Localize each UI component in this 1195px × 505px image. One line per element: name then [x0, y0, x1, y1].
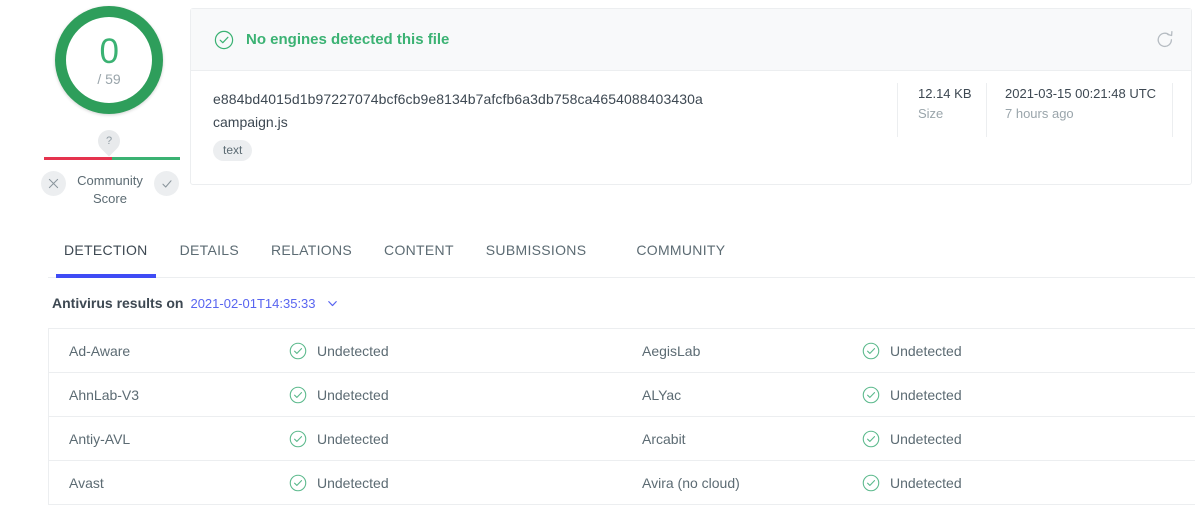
check-circle-icon [289, 342, 307, 359]
close-icon [48, 178, 59, 189]
table-cell: AhnLab-V3 Undetected [48, 373, 622, 416]
file-summary-card: No engines detected this file e884bd4015… [190, 8, 1192, 185]
results-date-dropdown-button[interactable] [326, 297, 339, 310]
antivirus-results-date[interactable]: 2021-02-01T14:35:33 [190, 296, 315, 311]
tab-submissions-label: SUBMISSIONS [485, 241, 587, 258]
antivirus-results-header: Antivirus results on 2021-02-01T14:35:33 [52, 295, 339, 311]
detection-score-panel: 0 / 59 ? Community Score [0, 0, 180, 210]
file-size-block: 12.14 KB Size [918, 84, 972, 124]
table-cell: Avast Undetected [48, 461, 622, 504]
check-circle-icon [289, 430, 307, 447]
engine-name: Ad-Aware [69, 342, 131, 359]
detection-ratio-donut-inner: 0 / 59 [66, 17, 152, 103]
verdict-banner: No engines detected this file [191, 9, 1191, 71]
tab-relations-label: RELATIONS [271, 241, 353, 258]
check-icon [161, 179, 172, 188]
tab-relations[interactable]: RELATIONS [255, 222, 368, 278]
check-circle-icon [862, 386, 880, 403]
engine-result-label: Undetected [317, 386, 389, 403]
community-score-downvote-button[interactable] [41, 171, 66, 196]
community-score-bar-positive [112, 157, 180, 160]
check-circle-icon [862, 342, 880, 359]
last-analysis-relative: 7 hours ago [1005, 106, 1074, 121]
engine-result: Undetected [289, 430, 389, 448]
engine-result-label: Undetected [317, 430, 389, 447]
community-score-row: Community Score [40, 165, 180, 208]
detection-count: 0 [99, 31, 119, 71]
tab-details[interactable]: DETAILS [164, 222, 255, 278]
chevron-down-icon [327, 300, 337, 306]
engine-name: AegisLab [642, 342, 701, 359]
engine-result-label: Undetected [890, 386, 962, 403]
community-score-bar-negative [44, 157, 112, 160]
detection-ratio-donut: 0 / 59 [55, 6, 163, 114]
tab-details-label: DETAILS [179, 241, 240, 258]
table-row: AhnLab-V3 Undetected ALYac Undetected [48, 373, 1195, 417]
tab-detection-label: DETECTION [64, 241, 148, 258]
table-cell: AegisLab Undetected [622, 329, 1195, 372]
engine-result: Undetected [862, 386, 962, 404]
table-cell: Antiy-AVL Undetected [48, 417, 622, 460]
last-analysis-block: 2021-03-15 00:21:48 UTC 7 hours ago [1005, 84, 1156, 124]
antivirus-results-table: Ad-Aware Undetected AegisLab Undetected [48, 328, 1195, 505]
engine-result: Undetected [862, 430, 962, 448]
engine-name: Antiy-AVL [69, 430, 131, 447]
engine-result-label: Undetected [317, 474, 389, 491]
tab-detection[interactable]: DETECTION [48, 222, 164, 278]
community-score-bar [44, 157, 180, 160]
engine-name: ALYac [642, 386, 682, 403]
engine-result: Undetected [289, 386, 389, 404]
community-score-pin: ? [93, 125, 125, 157]
engine-name: AhnLab-V3 [69, 386, 140, 403]
tab-content-label: CONTENT [384, 241, 454, 258]
table-cell: Arcabit Undetected [622, 417, 1195, 460]
meta-divider [1172, 83, 1173, 137]
table-cell: Avira (no cloud) Undetected [622, 461, 1195, 504]
table-row: Avast Undetected Avira (no cloud) Undete… [48, 461, 1195, 505]
table-cell: Ad-Aware Undetected [48, 329, 622, 372]
engine-total: / 59 [97, 70, 121, 87]
file-report-tabs: DETECTION DETAILS RELATIONS CONTENT SUBM… [48, 222, 1195, 278]
check-circle-icon [862, 430, 880, 447]
table-cell: ALYac Undetected [622, 373, 1195, 416]
table-row: Ad-Aware Undetected AegisLab Undetected [48, 329, 1195, 373]
engine-result: Undetected [289, 342, 389, 360]
file-size-label: Size [918, 106, 944, 121]
antivirus-results-title: Antivirus results on [52, 295, 184, 311]
community-score-pin-label: ? [105, 135, 113, 147]
file-type-tag[interactable]: text [213, 140, 253, 161]
tab-content[interactable]: CONTENT [368, 222, 470, 278]
file-hash[interactable]: e884bd4015d1b97227074bcf6cb9e8134b7afcfb… [213, 88, 703, 110]
tab-community[interactable]: COMMUNITY [620, 222, 741, 278]
check-circle-icon [289, 386, 307, 403]
last-analysis-value: 2021-03-15 00:21:48 UTC [1005, 86, 1157, 101]
check-circle-icon [289, 474, 307, 491]
tab-community-label: COMMUNITY [636, 241, 726, 258]
table-row: Antiy-AVL Undetected Arcabit Undetected [48, 417, 1195, 461]
engine-result: Undetected [862, 474, 962, 492]
meta-divider [897, 83, 898, 137]
engine-result: Undetected [289, 474, 389, 492]
reload-icon [1157, 30, 1173, 48]
engine-result-label: Undetected [317, 342, 389, 359]
reanalyse-button[interactable] [1153, 28, 1177, 52]
engine-name: Arcabit [642, 430, 686, 447]
engine-result-label: Undetected [890, 342, 962, 359]
tab-submissions[interactable]: SUBMISSIONS [470, 222, 603, 278]
community-score-label: Community Score [77, 173, 143, 206]
check-circle-icon [862, 474, 880, 491]
engine-name: Avira (no cloud) [642, 474, 740, 491]
file-size-value: 12.14 KB [918, 86, 972, 101]
file-name: campaign.js [213, 114, 288, 130]
engine-result: Undetected [862, 342, 962, 360]
engine-result-label: Undetected [890, 474, 962, 491]
file-identity: e884bd4015d1b97227074bcf6cb9e8134b7afcfb… [213, 88, 703, 161]
meta-divider [986, 83, 987, 137]
verdict-text: No engines detected this file [246, 31, 450, 48]
engine-result-label: Undetected [890, 430, 962, 447]
community-score-upvote-button[interactable] [154, 171, 179, 196]
file-details: e884bd4015d1b97227074bcf6cb9e8134b7afcfb… [191, 71, 1191, 185]
check-circle-icon [214, 30, 234, 49]
engine-name: Avast [69, 474, 104, 491]
